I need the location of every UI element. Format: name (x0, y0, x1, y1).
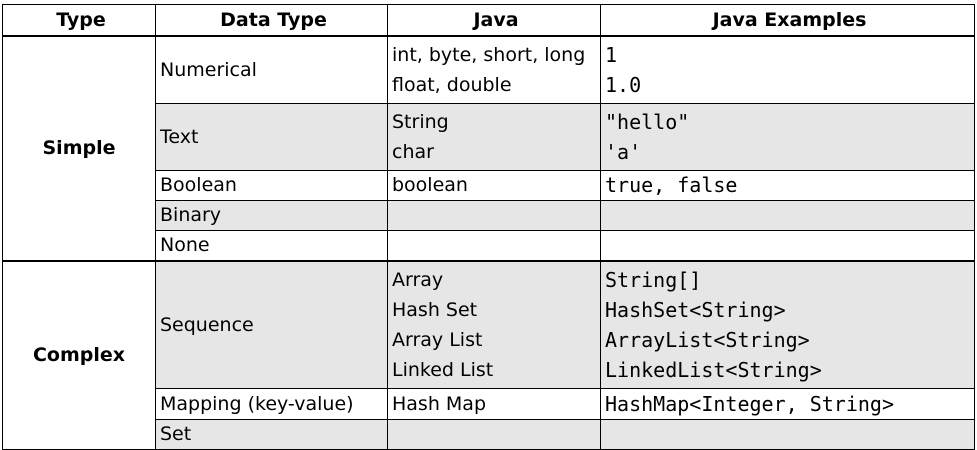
example-value: "hello" (605, 110, 690, 134)
example-cell: "hello" 'a' (600, 103, 975, 171)
example-cell (600, 419, 975, 450)
data-type-cell: Binary (155, 200, 388, 231)
java-cell (387, 230, 601, 262)
java-value: int, byte, short, long (392, 44, 586, 66)
example-value: String[] (605, 268, 702, 292)
header-data-type: Data Type (155, 4, 388, 37)
java-value: Array List (392, 329, 483, 351)
data-types-table: Type Data Type Java Java Examples Simple… (2, 4, 975, 450)
example-value: 'a' (605, 140, 642, 164)
java-value: String (392, 111, 449, 133)
java-cell: int, byte, short, long float, double (387, 35, 601, 104)
example-cell (600, 230, 975, 262)
data-type-cell: Text (155, 103, 388, 171)
java-value: Hash Set (392, 299, 478, 321)
data-type-cell: Sequence (155, 260, 388, 389)
table-row: Simple Numerical int, byte, short, long … (2, 35, 975, 262)
example-cell: 1 1.0 (600, 35, 975, 104)
java-cell: String char (387, 103, 601, 171)
example-value: 1 (605, 43, 618, 67)
data-type-cell: Mapping (key-value) (155, 388, 388, 420)
type-simple: Simple (2, 35, 156, 262)
java-cell: boolean (387, 170, 601, 201)
data-type-cell: None (155, 230, 388, 262)
header-java-examples: Java Examples (600, 4, 975, 37)
java-cell (387, 200, 601, 231)
table-row: Complex Sequence Array Hash Set Array Li… (2, 260, 975, 450)
example-cell: String[] HashSet<String> ArrayList<Strin… (600, 260, 975, 389)
example-value: 1.0 (605, 73, 642, 97)
example-value: HashSet<String> (605, 298, 786, 322)
java-cell: Hash Map (387, 388, 601, 420)
example-cell: HashMap<Integer, String> (600, 388, 975, 420)
data-type-cell: Numerical (155, 35, 388, 104)
data-type-cell: Set (155, 419, 388, 450)
java-value: float, double (392, 74, 512, 96)
header-type: Type (2, 4, 156, 37)
example-cell: true, false (600, 170, 975, 201)
header-java: Java (387, 4, 601, 37)
java-cell: Array Hash Set Array List Linked List (387, 260, 601, 389)
type-complex: Complex (2, 260, 156, 450)
example-cell (600, 200, 975, 231)
java-cell (387, 419, 601, 450)
example-value: ArrayList<String> (605, 328, 810, 352)
java-value: Linked List (392, 359, 494, 381)
java-value: Array (392, 269, 444, 291)
java-value: char (392, 141, 434, 163)
data-type-cell: Boolean (155, 170, 388, 201)
header-row: Type Data Type Java Java Examples (2, 4, 975, 37)
example-value: LinkedList<String> (605, 358, 822, 382)
